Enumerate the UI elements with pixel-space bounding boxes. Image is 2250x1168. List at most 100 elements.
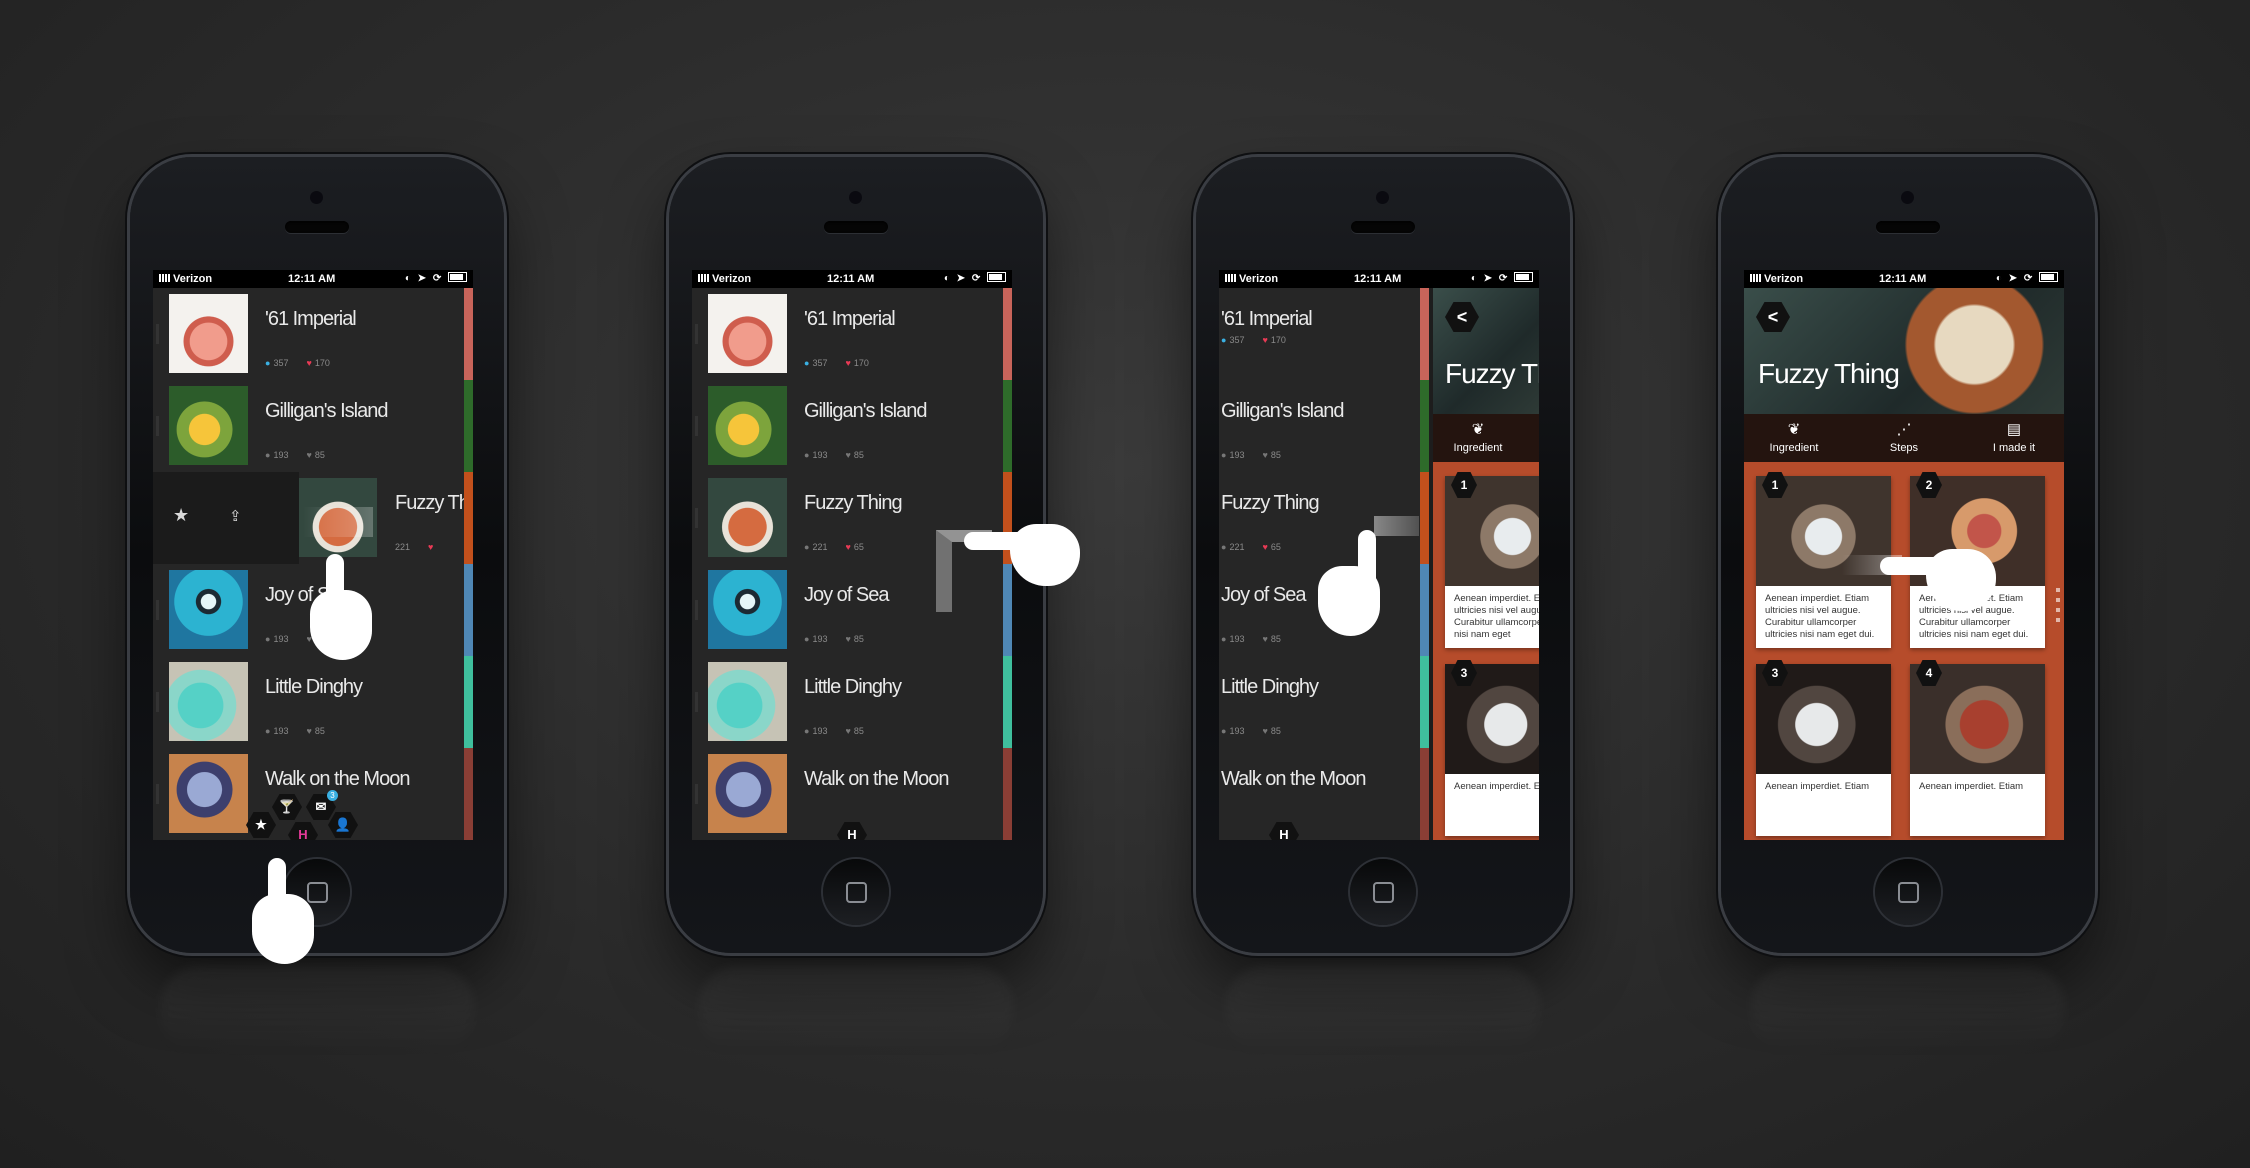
drag-handle[interactable] [695,324,698,344]
comment-icon: ● [804,726,810,736]
drag-handle[interactable] [156,416,159,436]
drag-handle[interactable] [695,692,698,712]
drink-thumbnail [708,386,787,465]
step-text: Aenean imperdiet. Et ultricies nisi vel … [1454,593,1539,640]
color-strip [464,564,473,656]
step-card[interactable]: Aenean imperdiet. Et 3 [1445,660,1539,836]
list-item[interactable]: Little Dinghy ● 193 ♥ 85 [153,656,473,749]
drag-handle[interactable] [156,692,159,712]
drag-handle[interactable] [695,600,698,620]
heart-icon: ♥ [428,542,434,552]
step-text: Aenean imperdiet. Etiam [1765,781,1870,792]
tab-steps[interactable]: ⋰ Steps [1864,420,1944,454]
color-strip [1420,748,1429,840]
speaker [824,221,888,233]
color-strip [464,748,473,840]
home-button[interactable] [823,859,889,925]
drink-stats: ●193♥85 [265,726,325,736]
tab-bar: ❦ Ingredient [1433,414,1539,462]
messages-badge: 3 [327,790,338,801]
battery-icon [448,272,467,282]
signal-icon [1750,274,1762,282]
clock: 12:11 AM [827,273,875,285]
drink-name: Fuzzy Thi [395,492,473,514]
color-strip [1420,380,1429,472]
drink-detail-panel: < Fuzzy Thi ❦Ingredient Aenean imperdiet… [1433,288,1539,840]
heart-icon: ♥ [845,542,851,552]
color-strip [1003,380,1012,472]
color-strip [1420,288,1429,380]
list-item[interactable]: '61 Imperial ● 357 ♥ 170 [153,288,473,381]
status-bar: Verizon 12:11 AM ◐ ➤ ⟳ [1744,270,2064,288]
hand-gesture-icon [296,554,376,664]
drink-stats: ● 357 ♥ 170 [265,358,330,368]
home-button[interactable] [1875,859,1941,925]
drag-handle[interactable] [156,784,159,804]
list-item[interactable]: Gilligan's Island ● 193 ♥ 85 [1219,380,1429,473]
comment-icon: ● [804,542,810,552]
list-item[interactable]: Gilligan's Island ● 193 ♥ 85 [153,380,473,473]
color-strip [464,288,473,380]
list-item[interactable]: '61 Imperial ● 357 ♥ 170 [692,288,1012,381]
drink-name: '61 Imperial [804,308,896,330]
carrier: Verizon [1225,273,1278,285]
step-card[interactable]: Aenean imperdiet. Et ultricies nisi vel … [1445,472,1539,648]
list-item[interactable]: Gilligan's Island ● 193 ♥ 85 [692,380,1012,473]
drink-name: Joy of Sea [1221,584,1307,606]
tab-ingredient[interactable]: ❦ Ingredient [1438,420,1518,454]
hero-image [1433,288,1539,414]
comment-icon: ● [265,358,271,368]
hero-image [1744,288,2064,414]
heart-icon: ♥ [1262,450,1268,460]
drag-handle[interactable] [156,324,159,344]
drink-stats: ● 357 ♥ 170 [1221,335,1286,345]
status-icons: ◐ ➤ ⟳ [1996,272,2058,284]
drink-stats: ● 357 ♥ 170 [804,358,869,368]
clock: 12:11 AM [1879,273,1927,285]
drink-name: Little Dinghy [804,676,902,698]
drag-handle[interactable] [156,600,159,620]
tab-ingredient[interactable]: ❦ Ingredient [1754,420,1834,454]
color-strip [1003,748,1012,840]
comment-icon: ● [1221,335,1227,345]
card-icon: ▤ [2006,421,2022,438]
heart-icon: ♥ [1262,726,1268,736]
camera [1376,191,1389,204]
drink-thumbnail [169,662,248,741]
comment-icon: ● [1221,542,1227,552]
list-item[interactable]: Walk on the Moon [153,748,473,840]
step-card[interactable]: Aenean imperdiet. Etiam 4 [1910,660,2045,836]
share-icon[interactable]: ⇪ [229,507,242,525]
steps-icon: ⋰ [1896,421,1912,438]
clock: 12:11 AM [288,273,336,285]
drink-thumbnail [169,294,248,373]
speaker [285,221,349,233]
drink-name: Walk on the Moon [804,768,949,790]
drag-handle[interactable] [695,416,698,436]
list-item[interactable]: Little Dinghy ● 193 ♥ 85 [1219,656,1429,749]
drink-thumbnail [708,754,787,833]
list-item[interactable]: '61 Imperial ● 357 ♥ 170 [1219,288,1429,381]
color-strip [1003,288,1012,380]
drink-stats: ● 221 ♥ 65 [1221,542,1281,552]
list-item[interactable]: Little Dinghy ● 193 ♥ 85 [692,656,1012,749]
drink-stats: ●193♥85 [804,634,864,644]
drink-stats: 221 ♥ [395,542,434,552]
color-strip [464,380,473,472]
home-button[interactable] [1350,859,1416,925]
list-item[interactable]: Walk on the Moon [1219,748,1429,840]
step-card[interactable]: Aenean imperdiet. Etiam 3 [1756,660,1891,836]
drink-thumbnail [169,754,248,833]
comment-icon: ● [265,450,271,460]
signal-icon [159,274,171,282]
drink-stats: ●193♥85 [804,726,864,736]
tab-i-made-it[interactable]: ▤ I made it [1974,420,2054,454]
drag-handle[interactable] [695,508,698,528]
star-icon[interactable]: ★ [173,505,189,526]
clock: 12:11 AM [1354,273,1402,285]
heart-icon: ♥ [845,450,851,460]
drag-handle[interactable] [695,784,698,804]
comment-icon: ● [1221,634,1227,644]
comment-icon: ● [265,726,271,736]
swipe-trail [303,507,373,537]
